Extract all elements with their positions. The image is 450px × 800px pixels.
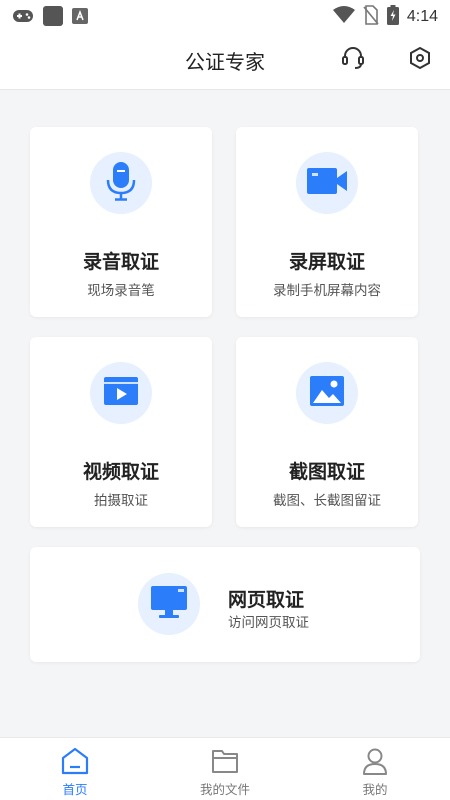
image-icon [309, 375, 345, 411]
square-app-icon [43, 6, 63, 30]
no-sim-icon [363, 5, 379, 29]
page-title: 公证专家 [185, 50, 265, 74]
card-subtitle: 访问网页取证 [228, 615, 309, 631]
icon-circle [90, 362, 152, 424]
bottom-nav: 首页 我的文件 我的 [0, 737, 450, 800]
video-camera-icon [306, 166, 348, 200]
status-bar-right: 4:14 [332, 5, 438, 29]
card-video-evidence[interactable]: 视频取证 拍摄取证 [30, 337, 212, 527]
nav-home[interactable]: 首页 [0, 738, 150, 800]
card-subtitle: 现场录音笔 [87, 283, 155, 299]
headset-icon [340, 45, 366, 75]
card-webpage-evidence[interactable]: 网页取证 访问网页取证 [30, 547, 420, 662]
settings-button[interactable] [407, 46, 433, 74]
card-subtitle: 拍摄取证 [94, 493, 148, 509]
card-title: 网页取证 [228, 589, 305, 611]
video-play-icon [103, 376, 139, 410]
nav-label: 我的 [362, 782, 388, 797]
microphone-icon [104, 161, 138, 205]
card-title: 录音取证 [82, 251, 159, 273]
icon-circle [138, 573, 200, 635]
text-a-icon [72, 8, 88, 28]
hexagon-settings-icon [408, 46, 432, 74]
icon-circle [296, 362, 358, 424]
card-subtitle: 截图、长截图留证 [273, 493, 381, 509]
card-screen-record-evidence[interactable]: 录屏取证 录制手机屏幕内容 [236, 127, 418, 317]
app-bar: 公证专家 [0, 32, 450, 90]
icon-circle [90, 152, 152, 214]
card-audio-evidence[interactable]: 录音取证 现场录音笔 [30, 127, 212, 317]
monitor-icon [150, 585, 188, 623]
card-subtitle: 录制手机屏幕内容 [273, 283, 381, 299]
gamepad-icon [12, 8, 34, 28]
status-time: 4:14 [406, 8, 438, 25]
nav-mine[interactable]: 我的 [300, 738, 450, 800]
user-icon [360, 746, 390, 776]
nav-label: 我的文件 [199, 782, 250, 797]
status-bar-left [12, 6, 88, 30]
card-title: 视频取证 [82, 461, 159, 483]
nav-my-files[interactable]: 我的文件 [150, 738, 300, 800]
status-bar: 4:14 [0, 0, 450, 32]
home-icon [60, 746, 90, 776]
folder-icon [210, 746, 240, 776]
customer-service-button[interactable] [340, 47, 366, 73]
nav-label: 首页 [62, 782, 88, 797]
battery-charging-icon [386, 5, 399, 29]
card-title: 截图取证 [288, 461, 365, 483]
card-screenshot-evidence[interactable]: 截图取证 截图、长截图留证 [236, 337, 418, 527]
wifi-icon [332, 6, 355, 28]
card-title: 录屏取证 [288, 251, 365, 273]
icon-circle [296, 152, 358, 214]
